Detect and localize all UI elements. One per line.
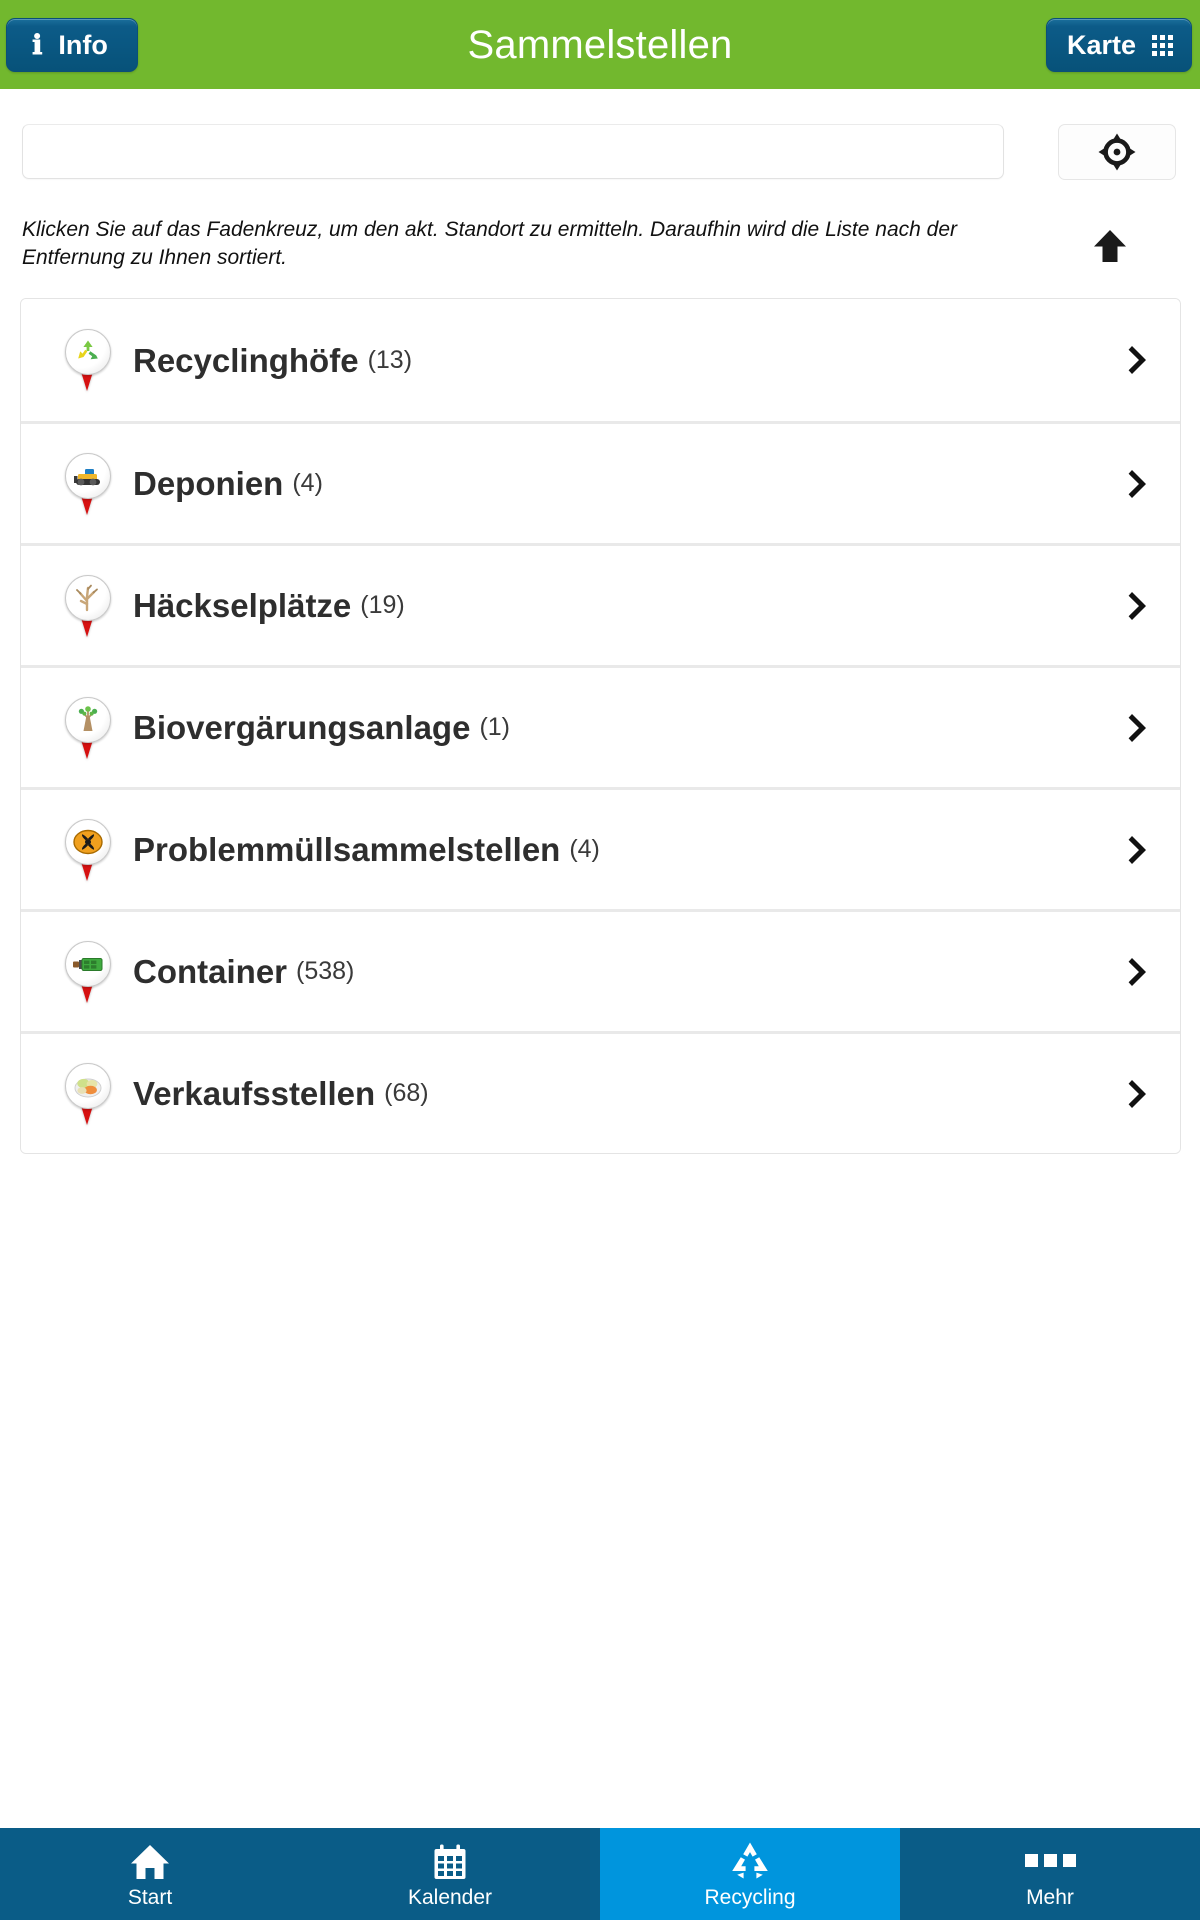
recycling-icon — [729, 1841, 771, 1881]
search-field-wrapper — [22, 124, 1004, 179]
arrow-up-icon — [1094, 230, 1126, 262]
list-item[interactable]: Recyclinghöfe (13) — [21, 299, 1180, 421]
tab-kalender[interactable]: Kalender — [300, 1828, 600, 1920]
info-button[interactable]: ℹ Info — [6, 18, 138, 72]
tab-recycling[interactable]: Recycling — [600, 1828, 900, 1920]
bulldozer-pin-icon — [65, 452, 113, 515]
list-item-label: Häckselplätze — [133, 587, 352, 624]
produce-pin-icon — [65, 1062, 113, 1125]
list-item-count: (4) — [292, 469, 323, 497]
list-item[interactable]: Container (538) — [21, 909, 1180, 1031]
calendar-icon — [431, 1841, 469, 1881]
chevron-right-icon — [1126, 466, 1152, 502]
list-item-label: Biovergärungsanlage — [133, 709, 471, 746]
list-item-count: (19) — [360, 591, 405, 619]
map-button-label: Karte — [1066, 29, 1136, 60]
bottom-tab-bar: Start Kalender Recycling Mehr — [0, 1828, 1200, 1920]
info-icon: ℹ — [32, 29, 43, 60]
crosshair-icon — [1098, 133, 1136, 171]
list-item[interactable]: Biovergärungsanlage (1) — [21, 665, 1180, 787]
container-pin-icon — [65, 940, 113, 1003]
hint-text: Klicken Sie auf das Fadenkreuz, um den a… — [22, 218, 957, 269]
list-item[interactable]: Problemmüllsammelstellen (4) — [21, 787, 1180, 909]
chevron-right-icon — [1126, 342, 1152, 378]
chevron-right-icon — [1126, 954, 1152, 990]
list-item-count: (68) — [384, 1079, 429, 1107]
list-item[interactable]: Deponien (4) — [21, 421, 1180, 543]
list-item-count: (4) — [569, 835, 600, 863]
chevron-right-icon — [1126, 1076, 1152, 1112]
tab-mehr-label: Mehr — [1026, 1885, 1074, 1909]
list-item-count: (538) — [296, 957, 355, 985]
grid-icon — [1152, 34, 1173, 56]
list-item-label: Deponien — [133, 465, 284, 502]
recycling-pin-icon — [65, 329, 113, 391]
tab-mehr[interactable]: Mehr — [900, 1828, 1200, 1920]
page-title: Sammelstellen — [467, 22, 733, 67]
list-item[interactable]: Häckselplätze (19) — [21, 543, 1180, 665]
ellipsis-icon — [1024, 1841, 1076, 1881]
tab-start[interactable]: Start — [0, 1828, 300, 1920]
sort-toggle-button[interactable] — [1082, 222, 1138, 270]
list-item-count: (13) — [367, 345, 413, 374]
list-item-count: (1) — [479, 713, 510, 741]
list-item-label: Verkaufsstellen — [133, 1075, 376, 1112]
home-icon — [130, 1841, 170, 1881]
list-item-label: Recyclinghöfe — [133, 341, 359, 379]
info-button-label: Info — [58, 29, 108, 60]
tab-recycling-label: Recycling — [704, 1885, 796, 1909]
list-item-label: Container — [133, 953, 288, 990]
chevron-right-icon — [1126, 588, 1152, 624]
tab-start-label: Start — [127, 1885, 173, 1909]
chevron-right-icon — [1126, 710, 1152, 746]
locate-button[interactable] — [1058, 124, 1176, 180]
search-input[interactable] — [22, 124, 1004, 179]
list-item[interactable]: Verkaufsstellen (68) — [21, 1031, 1180, 1153]
sapling-pin-icon — [65, 696, 113, 759]
hazard-pin-icon — [65, 818, 113, 881]
chevron-right-icon — [1126, 832, 1152, 868]
app-header: ℹ Info Sammelstellen Karte — [0, 0, 1200, 89]
list-item-label: Problemmüllsammelstellen — [133, 831, 561, 868]
branches-pin-icon — [65, 574, 113, 637]
map-button[interactable]: Karte — [1045, 18, 1192, 72]
collection-point-list: Recyclinghöfe (13) Deponien (4) Häckselp… — [20, 298, 1181, 1154]
tab-kalender-label: Kalender — [407, 1885, 493, 1909]
